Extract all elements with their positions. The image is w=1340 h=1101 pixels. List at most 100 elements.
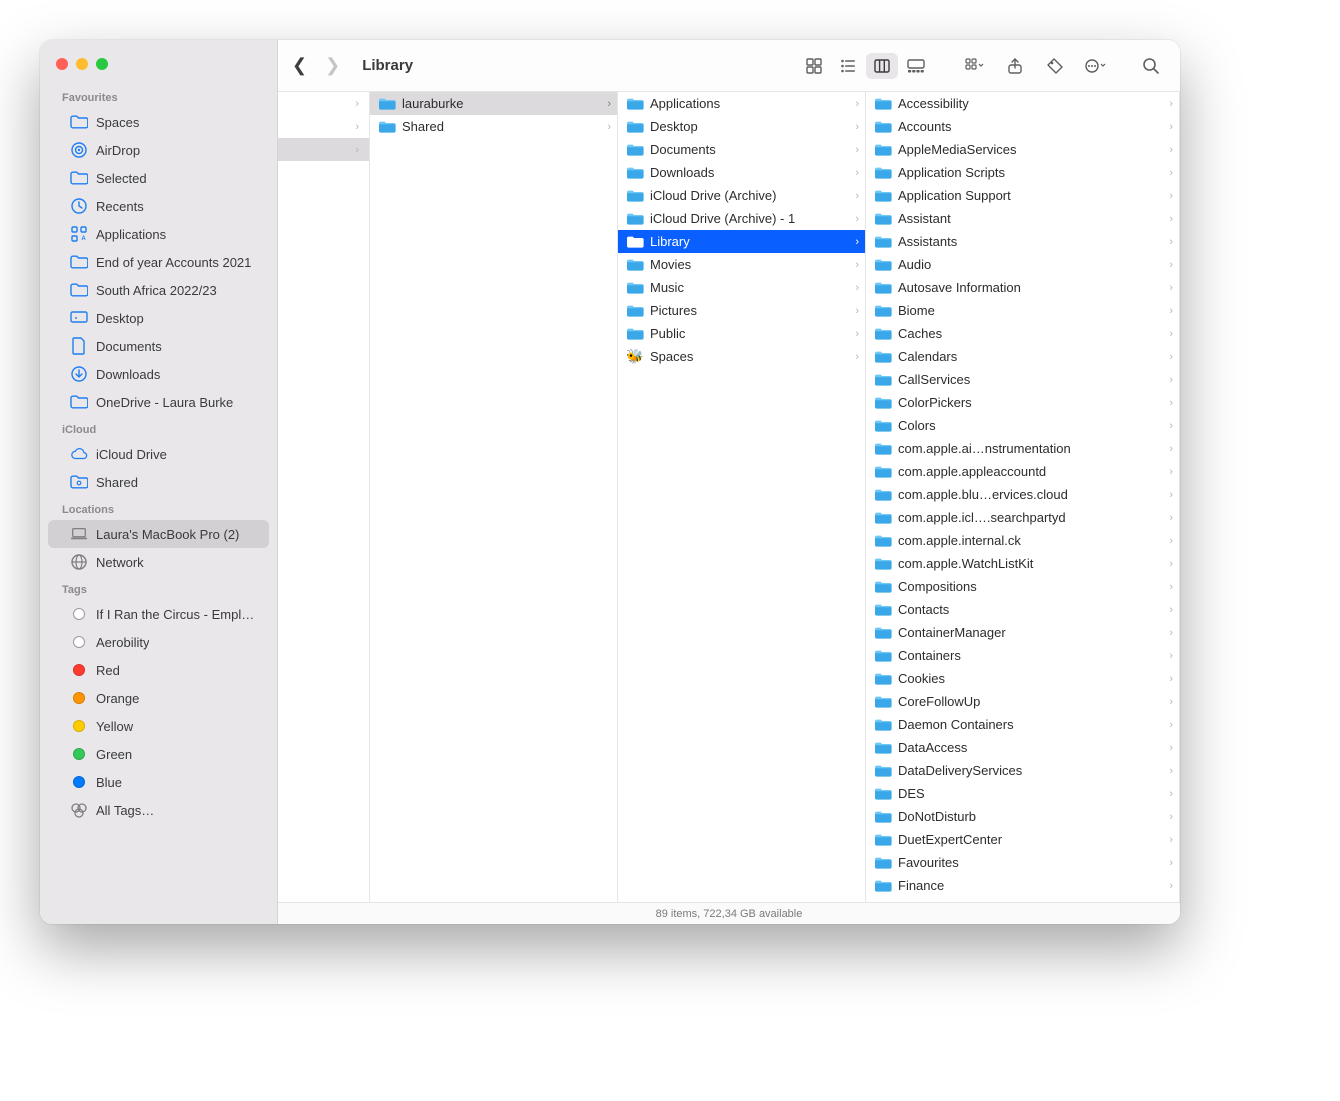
view-icon-button[interactable] (798, 53, 830, 79)
group-by-button[interactable] (960, 53, 990, 79)
file-row-com-apple-appleaccountd[interactable]: com.apple.appleaccountd› (866, 460, 1179, 483)
file-row-applemediaservices[interactable]: AppleMediaServices› (866, 138, 1179, 161)
sidebar-item-blue[interactable]: Blue (48, 768, 269, 796)
view-column-button[interactable] (866, 53, 898, 79)
file-row-applications[interactable]: Applications› (618, 92, 865, 115)
chevron-right-icon: › (1169, 581, 1173, 593)
file-row-accessibility[interactable]: Accessibility› (866, 92, 1179, 115)
sidebar-item-all-tags[interactable]: All Tags… (48, 796, 269, 824)
file-row[interactable]: › (278, 115, 369, 138)
file-row-colors[interactable]: Colors› (866, 414, 1179, 437)
sidebar-item-aerobility[interactable]: Aerobility (48, 628, 269, 656)
folder-icon (874, 256, 892, 274)
file-row-corefollowup[interactable]: CoreFollowUp› (866, 690, 1179, 713)
sidebar-item-spaces[interactable]: Spaces (48, 108, 269, 136)
file-row-daemon-containers[interactable]: Daemon Containers› (866, 713, 1179, 736)
view-list-button[interactable] (832, 53, 864, 79)
search-button[interactable] (1136, 53, 1166, 79)
file-label: Compositions (898, 579, 1163, 594)
file-row-desktop[interactable]: Desktop› (618, 115, 865, 138)
tags-button[interactable] (1040, 53, 1070, 79)
sidebar-item-shared[interactable]: Shared (48, 468, 269, 496)
minimize-button[interactable] (76, 58, 88, 70)
file-row-containermanager[interactable]: ContainerManager› (866, 621, 1179, 644)
column-1[interactable]: lauraburke›Shared› (370, 92, 618, 902)
file-row-movies[interactable]: Movies› (618, 253, 865, 276)
file-row-downloads[interactable]: Downloads› (618, 161, 865, 184)
file-row-assistant[interactable]: Assistant› (866, 207, 1179, 230)
sidebar-item-network[interactable]: Network (48, 548, 269, 576)
sidebar-item-laura-s-macbook-pro-2[interactable]: Laura's MacBook Pro (2) (48, 520, 269, 548)
file-row-com-apple-internal-ck[interactable]: com.apple.internal.ck› (866, 529, 1179, 552)
sidebar-item-orange[interactable]: Orange (48, 684, 269, 712)
file-row-com-apple-blu-ervices-cloud[interactable]: com.apple.blu…ervices.cloud› (866, 483, 1179, 506)
file-row-assistants[interactable]: Assistants› (866, 230, 1179, 253)
sidebar-item-south-africa-2022-23[interactable]: South Africa 2022/23 (48, 276, 269, 304)
column-0[interactable]: ››› (278, 92, 370, 902)
sidebar-item-onedrive-laura-burke[interactable]: OneDrive - Laura Burke (48, 388, 269, 416)
sidebar-item-downloads[interactable]: Downloads (48, 360, 269, 388)
sidebar-item-icloud-drive[interactable]: iCloud Drive (48, 440, 269, 468)
file-row-com-apple-icl-searchpartyd[interactable]: com.apple.icl….searchpartyd› (866, 506, 1179, 529)
tag-icon (70, 745, 88, 763)
sidebar-item-airdrop[interactable]: AirDrop (48, 136, 269, 164)
file-row-finance[interactable]: Finance› (866, 874, 1179, 897)
sidebar-item-desktop[interactable]: Desktop (48, 304, 269, 332)
view-gallery-button[interactable] (900, 53, 932, 79)
file-row-colorpickers[interactable]: ColorPickers› (866, 391, 1179, 414)
file-label: Audio (898, 257, 1163, 272)
file-row-datadeliveryservices[interactable]: DataDeliveryServices› (866, 759, 1179, 782)
sidebar-item-red[interactable]: Red (48, 656, 269, 684)
file-row-des[interactable]: DES› (866, 782, 1179, 805)
file-row-public[interactable]: Public› (618, 322, 865, 345)
file-row[interactable]: › (278, 92, 369, 115)
back-button[interactable]: ❮ (292, 55, 307, 76)
file-row-compositions[interactable]: Compositions › (866, 575, 1179, 598)
file-row-icloud-drive-archive[interactable]: iCloud Drive (Archive)› (618, 184, 865, 207)
sidebar-item-if-i-ran-the-circus-emplo[interactable]: If I Ran the Circus - Emplo… (48, 600, 269, 628)
nav-chevrons: ❮ ❯ (292, 55, 350, 76)
columns-icon (874, 58, 890, 74)
file-row-shared[interactable]: Shared› (370, 115, 617, 138)
file-row-donotdisturb[interactable]: DoNotDisturb› (866, 805, 1179, 828)
sidebar-item-recents[interactable]: Recents (48, 192, 269, 220)
file-row[interactable]: › (278, 138, 369, 161)
file-row-application-support[interactable]: Application Support› (866, 184, 1179, 207)
sidebar-item-selected[interactable]: Selected (48, 164, 269, 192)
file-row-spaces[interactable]: 🐝Spaces› (618, 345, 865, 368)
file-row-calendars[interactable]: Calendars› (866, 345, 1179, 368)
file-row-caches[interactable]: Caches› (866, 322, 1179, 345)
file-row-pictures[interactable]: Pictures› (618, 299, 865, 322)
file-row-com-apple-watchlistkit[interactable]: com.apple.WatchListKit› (866, 552, 1179, 575)
file-row-autosave-information[interactable]: Autosave Information› (866, 276, 1179, 299)
sidebar-item-applications[interactable]: AApplications (48, 220, 269, 248)
share-button[interactable] (1000, 53, 1030, 79)
column-3[interactable]: Accessibility›Accounts›AppleMediaService… (866, 92, 1180, 902)
sidebar-item-documents[interactable]: Documents (48, 332, 269, 360)
file-row-application-scripts[interactable]: Application Scripts› (866, 161, 1179, 184)
file-row-cookies[interactable]: Cookies› (866, 667, 1179, 690)
file-row-com-apple-ai-nstrumentation[interactable]: com.apple.ai…nstrumentation› (866, 437, 1179, 460)
file-row-callservices[interactable]: CallServices› (866, 368, 1179, 391)
file-row-documents[interactable]: Documents› (618, 138, 865, 161)
file-row-audio[interactable]: Audio› (866, 253, 1179, 276)
forward-button[interactable]: ❯ (325, 55, 340, 76)
sidebar-item-green[interactable]: Green (48, 740, 269, 768)
zoom-button[interactable] (96, 58, 108, 70)
file-row-contacts[interactable]: Contacts› (866, 598, 1179, 621)
file-row-containers[interactable]: Containers› (866, 644, 1179, 667)
file-row-music[interactable]: Music› (618, 276, 865, 299)
file-row-lauraburke[interactable]: lauraburke› (370, 92, 617, 115)
action-menu-button[interactable] (1080, 53, 1110, 79)
file-row-dataaccess[interactable]: DataAccess› (866, 736, 1179, 759)
sidebar-item-yellow[interactable]: Yellow (48, 712, 269, 740)
file-row-library[interactable]: Library› (618, 230, 865, 253)
file-row-accounts[interactable]: Accounts› (866, 115, 1179, 138)
close-button[interactable] (56, 58, 68, 70)
column-2[interactable]: Applications›Desktop›Documents›Downloads… (618, 92, 866, 902)
file-row-duetexpertcenter[interactable]: DuetExpertCenter› (866, 828, 1179, 851)
file-row-icloud-drive-archive-1[interactable]: iCloud Drive (Archive) - 1› (618, 207, 865, 230)
file-row-favourites[interactable]: Favourites› (866, 851, 1179, 874)
file-row-biome[interactable]: Biome› (866, 299, 1179, 322)
sidebar-item-end-of-year-accounts-2021[interactable]: End of year Accounts 2021 (48, 248, 269, 276)
